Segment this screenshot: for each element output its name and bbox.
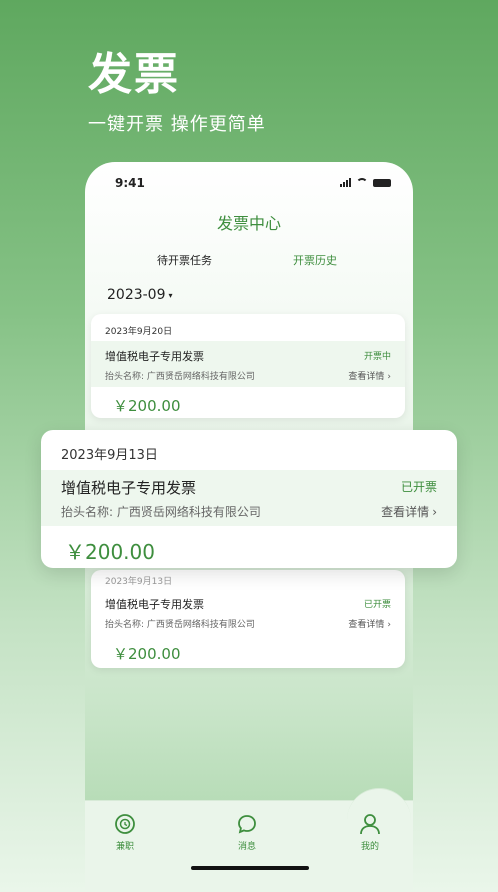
invoice-header-name: 抬头名称: 广西贤岳网络科技有限公司 — [105, 372, 255, 382]
battery-icon — [373, 179, 391, 187]
invoice-amount: ￥200.00 — [113, 645, 181, 663]
invoice-amount: ￥200.00 — [113, 397, 181, 415]
promo-title: 发票 — [88, 49, 180, 100]
invoice-card[interactable]: 2023年9月13日 增值税电子专用发票 已开票 抬头名称: 广西贤岳网络科技有… — [91, 570, 405, 668]
invoice-date: 2023年9月13日 — [105, 577, 173, 587]
view-details-label: 查看详情 — [348, 372, 385, 382]
wifi-icon — [356, 178, 368, 187]
page-title: 发票中心 — [216, 214, 281, 233]
chat-bubble-icon — [217, 812, 277, 836]
tab-pending[interactable]: 待开票任务 — [157, 252, 212, 268]
view-details-link[interactable]: 查看详情 › — [381, 503, 437, 520]
nav-item-mine[interactable]: 我的 — [340, 812, 400, 852]
nav-item-messages[interactable]: 消息 — [217, 812, 277, 852]
nav-label: 我的 — [360, 842, 379, 852]
chevron-right-icon: › — [387, 372, 391, 382]
chevron-right-icon: › — [432, 505, 437, 519]
nav-item-part-time[interactable]: 兼职 — [95, 812, 155, 852]
caret-down-icon: ▾ — [168, 290, 173, 300]
invoice-type: 增值税电子专用发票 — [105, 350, 204, 363]
month-select[interactable]: 2023-09 ▾ — [107, 287, 173, 303]
view-details-link[interactable]: 查看详情 › — [348, 369, 391, 382]
invoice-date: 2023年9月13日 — [61, 448, 158, 463]
status-bar: 9:41 — [85, 176, 413, 192]
person-icon — [340, 812, 400, 836]
view-details-link[interactable]: 查看详情 › — [348, 617, 391, 630]
invoice-header-name: 抬头名称: 广西贤岳网络科技有限公司 — [105, 620, 255, 630]
nav-label: 兼职 — [115, 842, 134, 852]
invoice-card[interactable]: 2023年9月20日 增值税电子专用发票 开票中 抬头名称: 广西贤岳网络科技有… — [91, 314, 405, 418]
invoice-date: 2023年9月20日 — [105, 327, 173, 337]
nav-label: 消息 — [237, 842, 256, 852]
invoice-card-highlighted[interactable]: 2023年9月13日 增值税电子专用发票 已开票 抬头名称: 广西贤岳网络科技有… — [41, 430, 457, 568]
promo-subtitle: 一键开票 操作更简单 — [88, 114, 266, 135]
invoice-status: 已开票 — [400, 480, 437, 494]
status-icons — [340, 178, 391, 187]
status-time: 9:41 — [115, 176, 145, 190]
invoice-type: 增值税电子专用发票 — [105, 598, 204, 611]
view-details-label: 查看详情 — [348, 620, 385, 630]
home-indicator — [191, 866, 309, 870]
invoice-amount: ￥200.00 — [65, 540, 155, 564]
clock-icon — [95, 812, 155, 836]
chevron-right-icon: › — [387, 620, 391, 630]
month-value: 2023-09 — [107, 287, 166, 303]
tab-history[interactable]: 开票历史 — [293, 252, 337, 268]
invoice-status: 开票中 — [363, 352, 391, 362]
invoice-header-name: 抬头名称: 广西贤岳网络科技有限公司 — [61, 505, 261, 519]
view-details-label: 查看详情 — [381, 505, 430, 519]
signal-icon — [340, 178, 351, 187]
invoice-status: 已开票 — [363, 600, 391, 610]
invoice-type: 增值税电子专用发票 — [61, 479, 197, 497]
